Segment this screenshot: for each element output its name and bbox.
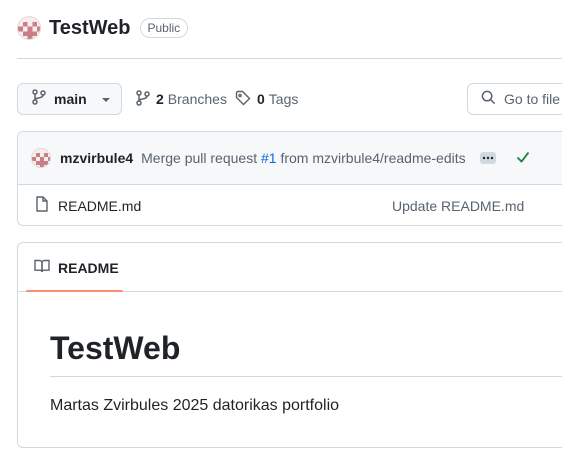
commit-details-toggle[interactable]	[479, 152, 496, 164]
commit-message-suffix: from mzvirbule4/readme-edits	[280, 150, 466, 166]
tags-label: Tags	[268, 91, 299, 107]
readme-tab-label: README	[58, 259, 119, 276]
repo-toolbar: main 2 Branches 0 Tags Go to file	[17, 83, 562, 115]
go-to-file-input[interactable]: Go to file	[467, 83, 562, 115]
check-icon[interactable]	[516, 150, 530, 166]
file-name[interactable]: README.md	[58, 198, 141, 214]
book-icon	[34, 259, 50, 276]
current-branch-label: main	[54, 91, 87, 107]
go-to-file-placeholder: Go to file	[504, 91, 561, 107]
search-icon	[481, 90, 496, 108]
branch-selector-button[interactable]: main	[17, 83, 122, 115]
branches-label: Branches	[167, 91, 227, 107]
readme-content: TestWeb Martas Zvirbules 2025 datorikas …	[18, 292, 562, 415]
readme-header: README	[18, 243, 562, 292]
branches-count: 2	[156, 91, 164, 107]
git-branch-icon	[136, 89, 150, 109]
readme-description: Martas Zvirbules 2025 datorikas portfoli…	[50, 397, 340, 414]
file-browser: mzvirbule4 Merge pull request #1 from mz…	[17, 131, 562, 226]
commit-message[interactable]: Merge pull request #1 from mzvirbule4/re…	[141, 150, 465, 166]
file-last-commit[interactable]: Update README.md	[392, 198, 524, 214]
latest-commit-bar: mzvirbule4 Merge pull request #1 from mz…	[18, 132, 562, 185]
commit-message-prefix: Merge pull request	[141, 150, 258, 166]
readme-panel: README TestWeb Martas Zvirbules 2025 dat…	[17, 242, 562, 448]
tags-count: 0	[257, 91, 265, 107]
commit-author[interactable]: mzvirbule4	[60, 150, 133, 166]
tags-link[interactable]: 0 Tags	[235, 83, 298, 115]
pull-request-link[interactable]: #1	[261, 150, 277, 166]
file-row[interactable]: README.md Update README.md	[18, 185, 562, 225]
repo-header: TestWeb Public	[17, 14, 189, 42]
owner-avatar[interactable]	[17, 16, 41, 40]
chevron-down-icon	[101, 90, 111, 108]
visibility-badge: Public	[139, 18, 189, 38]
git-branch-icon	[32, 88, 46, 110]
commit-author-avatar[interactable]	[31, 148, 51, 168]
readme-title: TestWeb	[50, 328, 562, 377]
header-divider	[17, 58, 562, 59]
file-icon	[35, 196, 49, 215]
branches-link[interactable]: 2 Branches	[136, 83, 227, 115]
repo-name[interactable]: TestWeb	[49, 17, 131, 40]
tag-icon	[235, 90, 251, 109]
tab-readme[interactable]: README	[26, 243, 123, 292]
active-tab-indicator	[26, 290, 123, 292]
